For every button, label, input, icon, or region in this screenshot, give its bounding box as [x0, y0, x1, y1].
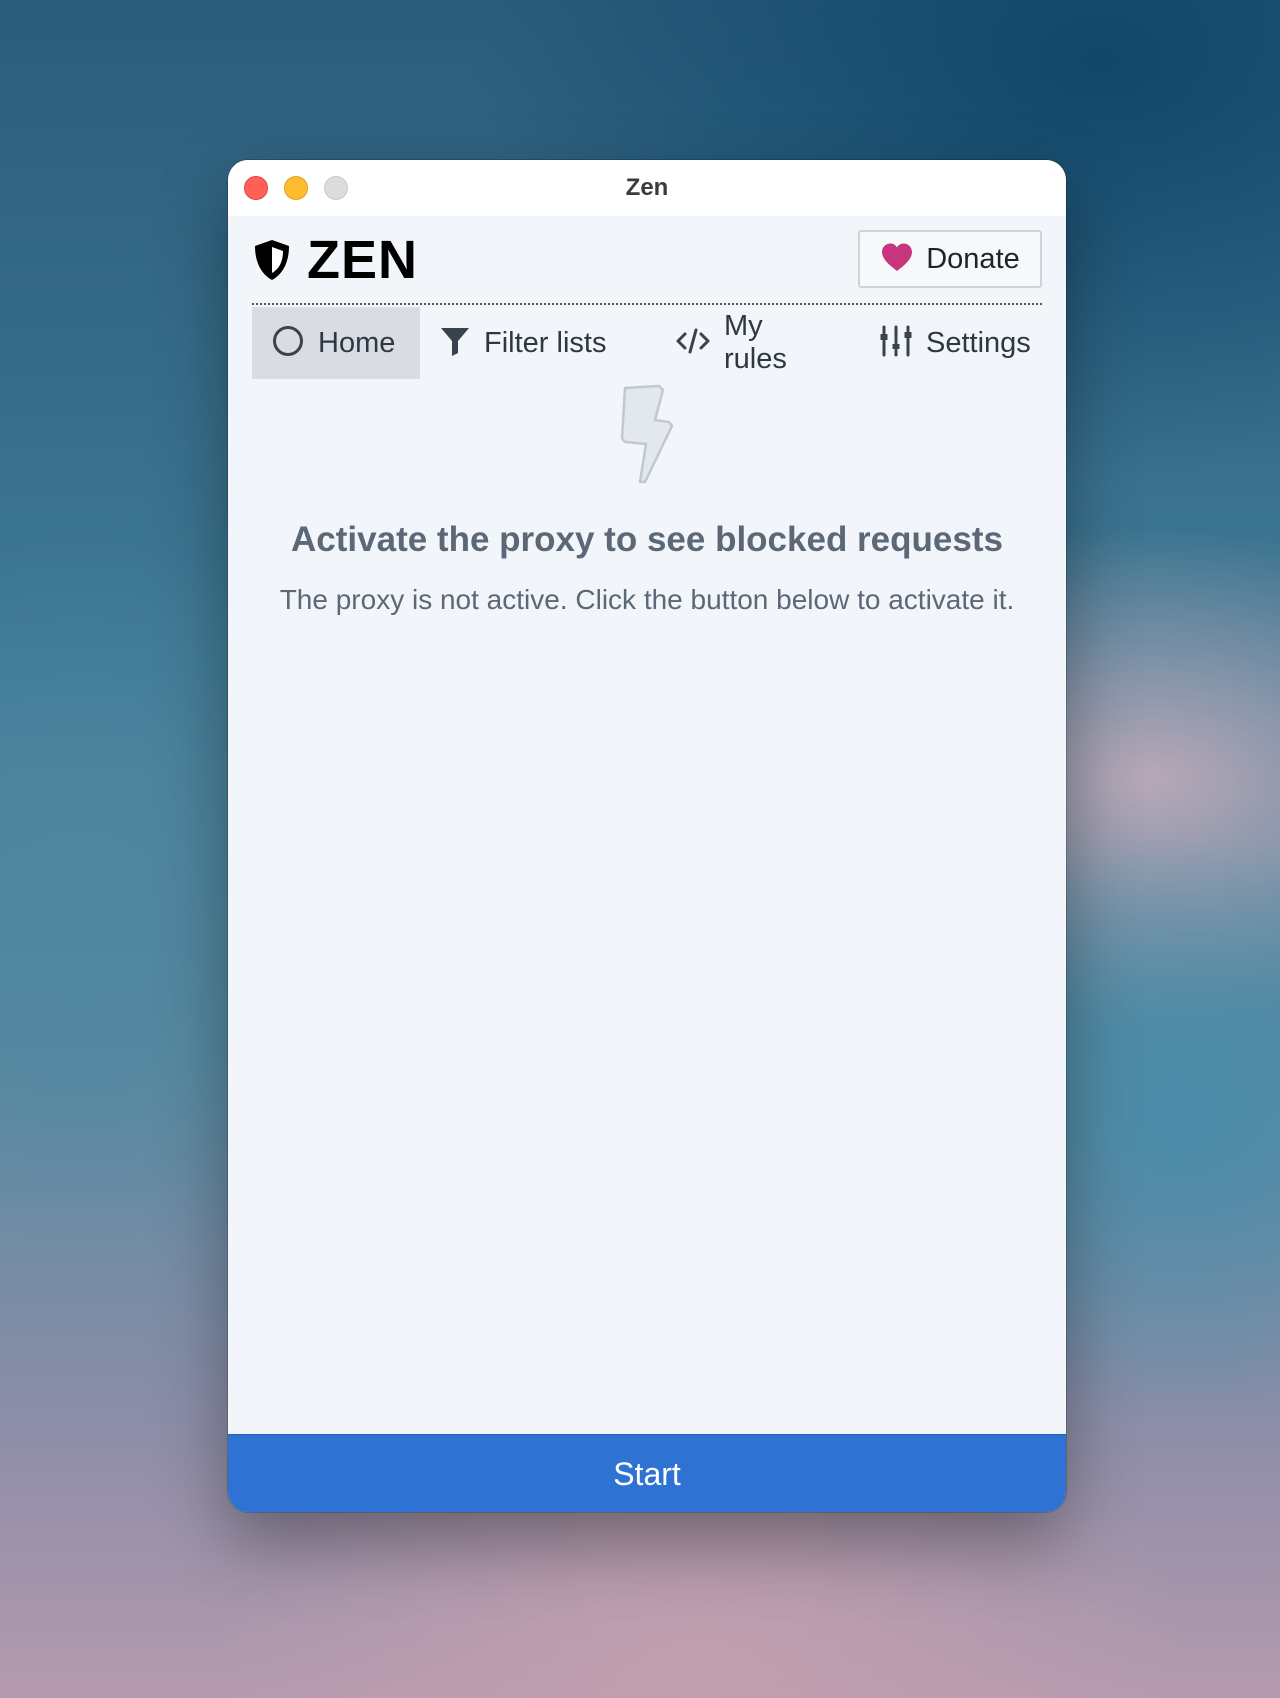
code-icon [676, 326, 710, 361]
app-logo-text: ZEN [307, 230, 418, 290]
filter-icon [440, 326, 470, 361]
app-header: ZEN Donate [252, 216, 1042, 304]
empty-state-title: Activate the proxy to see blocked reques… [291, 520, 1003, 559]
shield-icon [252, 238, 292, 282]
window-title: Zen [625, 174, 669, 201]
start-button[interactable]: Start [228, 1434, 1066, 1512]
zoom-window-button[interactable] [324, 176, 348, 200]
tab-settings[interactable]: Settings [860, 307, 1042, 379]
main-nav: Home Filter lists My rules Settings [252, 307, 1042, 379]
sliders-icon [880, 325, 912, 362]
donate-label: Donate [926, 242, 1020, 275]
tab-filter-lists[interactable]: Filter lists [420, 307, 630, 379]
tab-filter-lists-label: Filter lists [484, 326, 607, 359]
lightning-bolt-icon [619, 384, 675, 486]
heart-icon [880, 242, 914, 277]
empty-state-subtitle: The proxy is not active. Click the butto… [279, 584, 1015, 615]
title-bar[interactable]: Zen [228, 160, 1066, 216]
tab-my-rules-label: My rules [724, 310, 787, 375]
tab-my-rules[interactable]: My rules [656, 307, 836, 379]
app-window: Zen ZEN Donate Home Filter lists My rule… [228, 160, 1066, 1512]
minimize-window-button[interactable] [284, 176, 308, 200]
close-window-button[interactable] [244, 176, 268, 200]
donate-button[interactable]: Donate [858, 230, 1042, 288]
circle-icon [272, 325, 304, 362]
tab-home[interactable]: Home [252, 307, 420, 379]
tab-home-label: Home [318, 326, 396, 359]
tab-settings-label: Settings [926, 326, 1031, 359]
header-divider [252, 303, 1042, 305]
